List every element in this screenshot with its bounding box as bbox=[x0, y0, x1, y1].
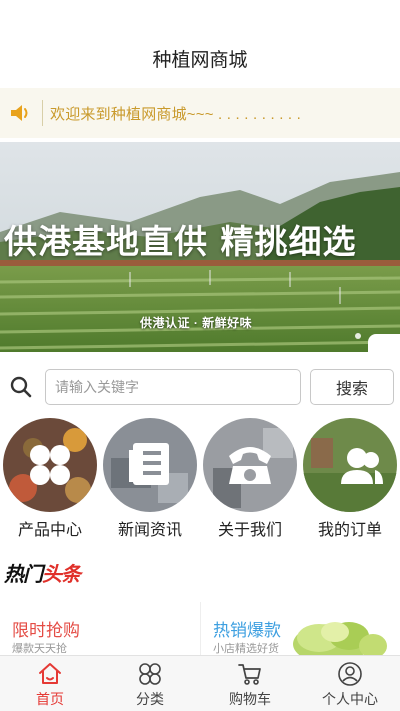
category-about[interactable]: 关于我们 bbox=[200, 416, 300, 542]
promo-title: 限时抢购 bbox=[12, 621, 80, 640]
banner-headline: 供港基地直供 精挑细选 bbox=[4, 222, 357, 261]
banner-subtitle: 供港认证 · 新鲜好味 bbox=[140, 316, 253, 330]
tab-label: 个人中心 bbox=[322, 691, 378, 707]
promo-subtitle: 爆款天天抢 bbox=[12, 643, 67, 655]
search-bar: 请输入关键字 搜索 bbox=[0, 362, 400, 412]
search-input[interactable]: 请输入关键字 bbox=[45, 369, 301, 405]
notice-divider bbox=[42, 100, 43, 126]
hot-headline-logo: 热门头条 bbox=[4, 558, 81, 587]
tab-cart[interactable]: 购物车 bbox=[200, 656, 300, 711]
hot-headline-part2: 头条 bbox=[42, 562, 81, 586]
home-icon bbox=[0, 661, 100, 687]
search-icon bbox=[10, 376, 32, 403]
page-title: 种植网商城 bbox=[152, 50, 248, 71]
app-header: 种植网商城 bbox=[0, 0, 400, 88]
hot-headline-part1: 热门 bbox=[4, 562, 43, 586]
users-icon bbox=[303, 418, 397, 512]
phone-icon bbox=[203, 418, 297, 512]
category-label: 我的订单 bbox=[317, 522, 382, 539]
tab-category[interactable]: 分类 bbox=[100, 656, 200, 711]
notice-bar: 欢迎来到种植网商城~~~ . . . . . . . . . . bbox=[0, 88, 400, 138]
category-label: 新闻资讯 bbox=[117, 522, 182, 539]
bottom-tab-bar: 首页 分类 购物车 个人中心 bbox=[0, 655, 400, 711]
category-products[interactable]: 产品中心 bbox=[0, 416, 100, 542]
tab-label: 购物车 bbox=[229, 691, 271, 707]
tab-label: 首页 bbox=[36, 691, 64, 707]
news-icon bbox=[103, 418, 197, 512]
banner-corner bbox=[368, 334, 400, 352]
tab-label: 分类 bbox=[136, 691, 164, 707]
category-icon bbox=[100, 661, 200, 687]
category-label: 关于我们 bbox=[217, 522, 282, 539]
tab-profile[interactable]: 个人中心 bbox=[300, 656, 400, 711]
user-icon bbox=[300, 661, 400, 687]
search-button[interactable]: 搜索 bbox=[310, 369, 394, 405]
clover-icon bbox=[3, 418, 97, 512]
speaker-icon bbox=[0, 88, 42, 138]
notice-text: 欢迎来到种植网商城~~~ . . . . . . . . . . bbox=[50, 105, 302, 123]
category-grid: 产品中心 新闻资讯 关于我们 我的订单 bbox=[0, 416, 400, 542]
category-news[interactable]: 新闻资讯 bbox=[100, 416, 200, 542]
carousel-dot[interactable] bbox=[355, 333, 361, 339]
promo-hot-sellers[interactable]: 热销爆款 小店精选好货 bbox=[200, 602, 398, 664]
hero-banner[interactable]: 供港基地直供 精挑细选 供港认证 · 新鲜好味 bbox=[0, 142, 400, 352]
category-orders[interactable]: 我的订单 bbox=[300, 416, 400, 542]
promo-flash-sale[interactable]: 限时抢购 爆款天天抢 bbox=[0, 602, 198, 658]
category-label: 产品中心 bbox=[17, 522, 82, 539]
promo-subtitle: 小店精选好货 bbox=[213, 643, 279, 655]
promo-title: 热销爆款 bbox=[213, 621, 281, 640]
cart-icon bbox=[200, 661, 300, 687]
tab-home[interactable]: 首页 bbox=[0, 656, 100, 711]
